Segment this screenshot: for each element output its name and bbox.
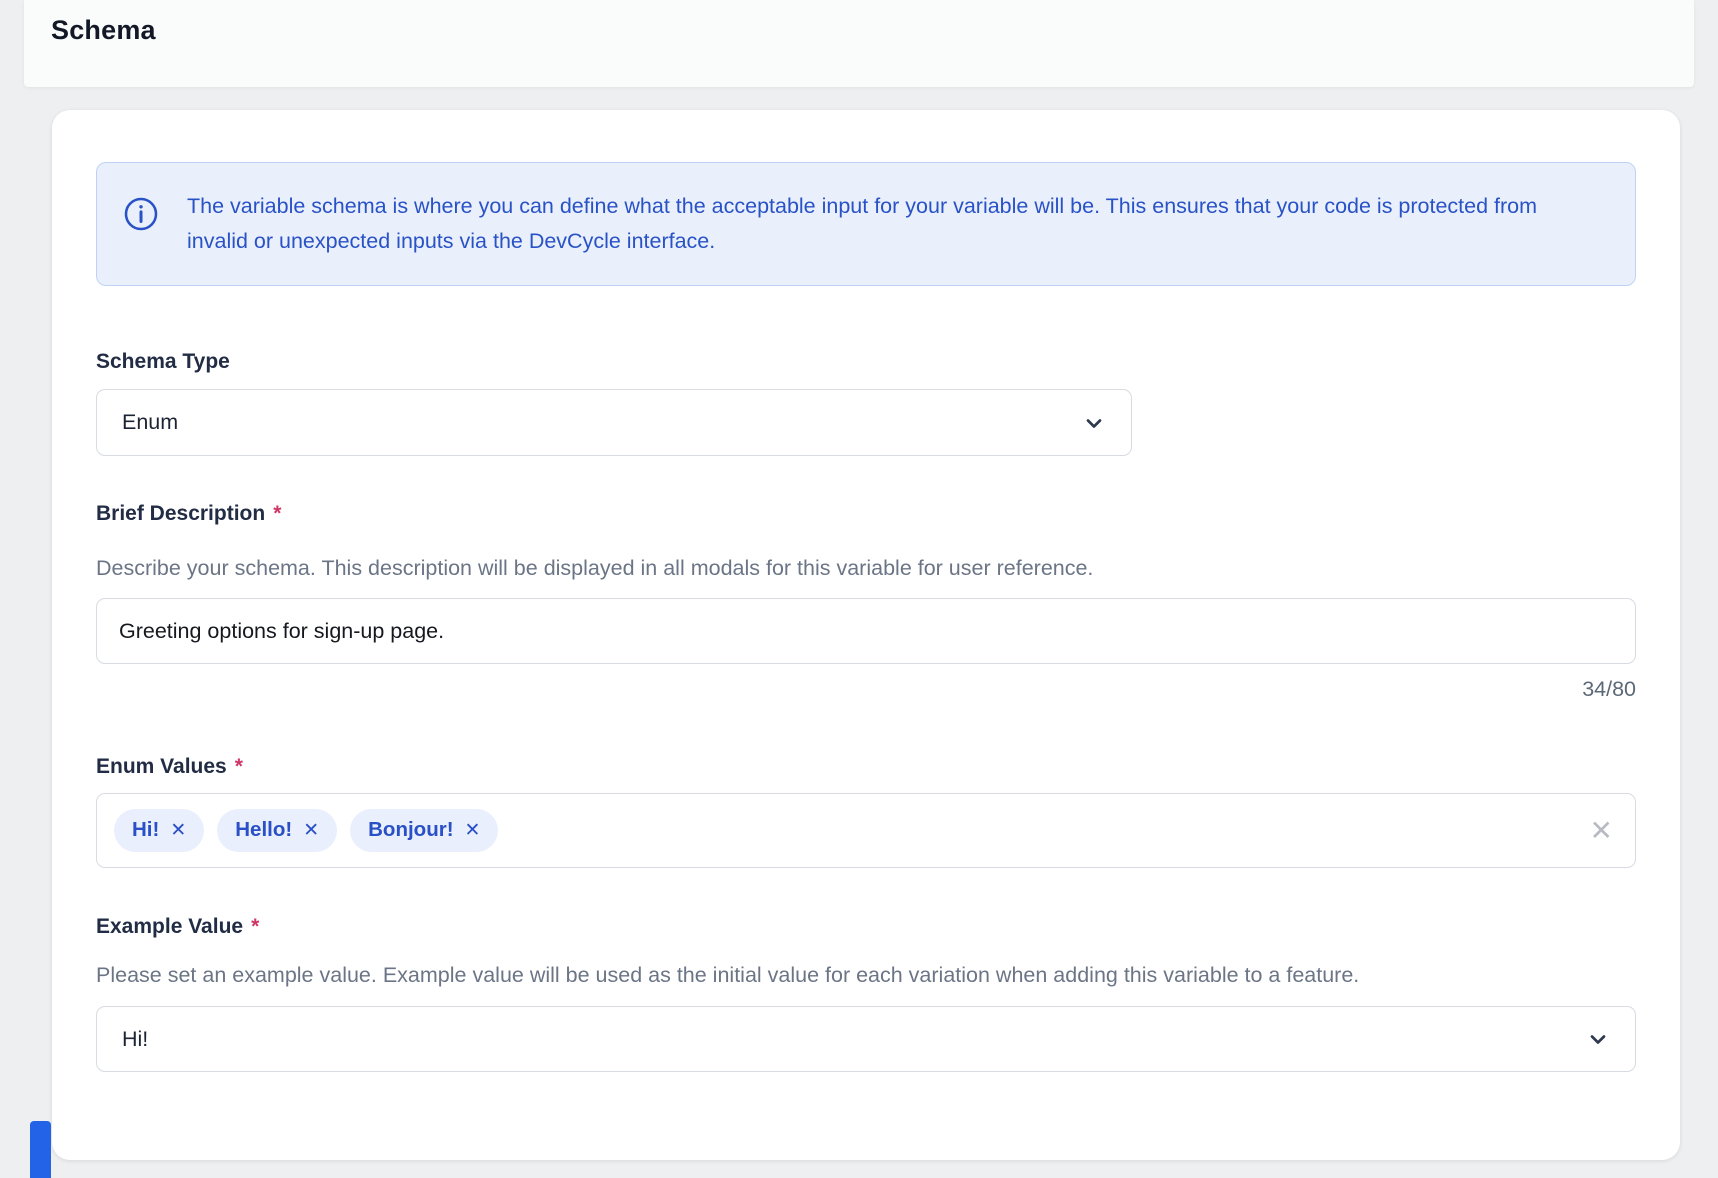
tag-remove-icon[interactable]: ✕	[465, 821, 481, 840]
schema-form-card: The variable schema is where you can def…	[52, 110, 1680, 1160]
enum-values-label-text: Enum Values	[96, 755, 227, 779]
enum-tag-label: Bonjour!	[368, 818, 453, 842]
schema-type-label-text: Schema Type	[96, 350, 230, 374]
required-asterisk: *	[273, 502, 281, 526]
example-value-select[interactable]: Hi!	[96, 1006, 1636, 1072]
schema-type-value: Enum	[122, 410, 178, 435]
example-value-value: Hi!	[122, 1027, 148, 1052]
description-helper-text: Describe your schema. This description w…	[96, 556, 1636, 581]
tag-remove-icon[interactable]: ✕	[170, 821, 186, 840]
description-label: Brief Description *	[96, 502, 1636, 526]
required-asterisk: *	[235, 755, 243, 779]
page-title: Schema	[51, 15, 1694, 46]
required-asterisk: *	[251, 915, 259, 939]
example-value-label: Example Value *	[96, 915, 1636, 939]
info-banner-text: The variable schema is where you can def…	[187, 189, 1597, 259]
enum-values-label: Enum Values *	[96, 755, 1636, 779]
character-counter: 34/80	[96, 677, 1636, 702]
description-input[interactable]	[96, 598, 1636, 664]
enum-values-field[interactable]: Hi! ✕ Hello! ✕ Bonjour! ✕ ✕	[96, 793, 1636, 868]
chevron-down-icon	[1586, 1027, 1610, 1051]
clear-field-icon[interactable]: ✕	[1590, 817, 1613, 845]
schema-type-label: Schema Type	[96, 350, 1636, 374]
schema-type-select[interactable]: Enum	[96, 389, 1132, 456]
info-banner: The variable schema is where you can def…	[96, 162, 1636, 286]
enum-tag: Hello! ✕	[217, 809, 337, 852]
info-icon	[123, 196, 159, 237]
enum-tag: Bonjour! ✕	[350, 809, 498, 852]
enum-tag-label: Hi!	[132, 818, 159, 842]
page-header: Schema	[24, 0, 1694, 87]
example-value-helper-text: Please set an example value. Example val…	[96, 963, 1636, 988]
chat-launcher-button[interactable]	[30, 1121, 51, 1178]
example-value-label-text: Example Value	[96, 915, 243, 939]
enum-tag-label: Hello!	[235, 818, 292, 842]
enum-tag: Hi! ✕	[114, 809, 204, 852]
chevron-down-icon	[1082, 411, 1106, 435]
description-label-text: Brief Description	[96, 502, 265, 526]
tag-remove-icon[interactable]: ✕	[303, 821, 319, 840]
